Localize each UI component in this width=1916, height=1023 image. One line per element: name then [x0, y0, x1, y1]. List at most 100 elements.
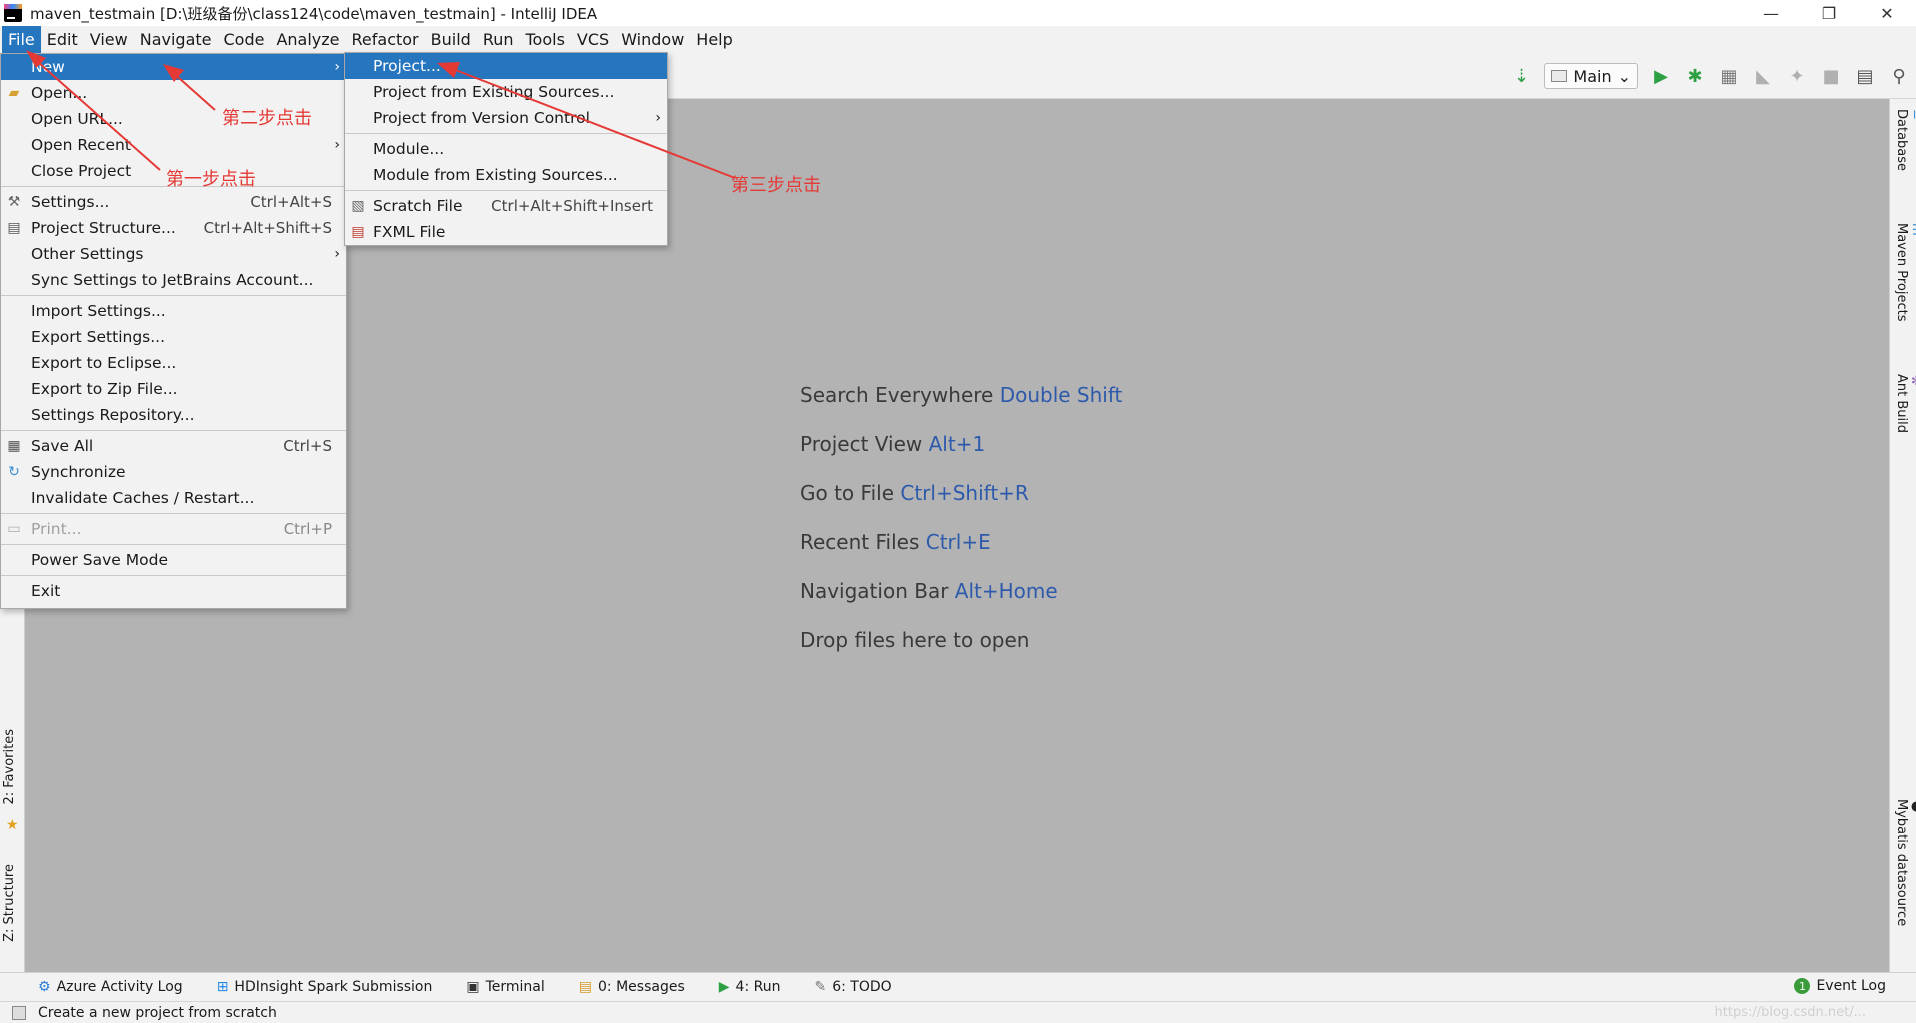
file-menu-settings-repository[interactable]: Settings Repository... — [1, 402, 346, 428]
file-menu-save-all[interactable]: ▦ Save All Ctrl+S — [1, 433, 346, 459]
menu-help[interactable]: Help — [690, 26, 738, 53]
file-menu-invalidate-caches[interactable]: Invalidate Caches / Restart... — [1, 485, 346, 511]
stop-icon[interactable]: ■ — [1814, 61, 1848, 91]
new-menu-fxml-file[interactable]: ▤ FXML File — [345, 219, 667, 245]
tab-run[interactable]: ▶ 4: Run — [719, 979, 781, 995]
menu-file[interactable]: File — [2, 26, 41, 53]
run-icon: ▶ — [718, 979, 730, 995]
file-menu-power-save[interactable]: Power Save Mode — [1, 547, 346, 573]
hint-project-view: Project View Alt+1 — [800, 432, 986, 456]
coverage-icon[interactable]: ▦ — [1712, 61, 1746, 91]
file-menu-exit[interactable]: Exit — [1, 578, 346, 604]
run-config-selector[interactable]: Main ⌄ — [1544, 63, 1638, 89]
file-menu-popup: New › ▰ Open... Open URL... Open Recent › C… — [0, 53, 347, 609]
debug-icon[interactable]: ✱ — [1678, 61, 1712, 91]
menu-edit[interactable]: Edit — [41, 26, 84, 53]
intellij-logo-icon — [4, 4, 22, 22]
tab-todo[interactable]: ✎ 6: TODO — [814, 979, 891, 995]
event-count-badge: 1 — [1794, 978, 1811, 994]
menu-tools[interactable]: Tools — [520, 26, 571, 53]
chevron-right-icon: › — [655, 110, 661, 126]
messages-icon: ▤ — [578, 979, 593, 995]
menu-navigate[interactable]: Navigate — [134, 26, 218, 53]
menu-vcs[interactable]: VCS — [571, 26, 615, 53]
new-menu-project-vcs[interactable]: Project from Version Control › — [345, 105, 667, 131]
attach-icon[interactable]: ✦ — [1780, 61, 1814, 91]
project-structure-icon: ▤ — [7, 220, 21, 236]
watermark: https://blog.csdn.net/... — [1714, 1005, 1866, 1020]
save-icon: ▦ — [7, 438, 21, 454]
file-menu-print: ▭ Print... Ctrl+P — [7, 520, 332, 538]
file-menu-sync-settings[interactable]: Sync Settings to JetBrains Account... — [1, 267, 346, 293]
file-menu-other-settings[interactable]: Other Settings › — [1, 241, 346, 267]
chevron-right-icon: › — [334, 137, 340, 153]
printer-icon: ▭ — [7, 521, 21, 537]
new-menu-module[interactable]: Module... — [345, 136, 667, 162]
run-config-label: Main — [1573, 66, 1612, 86]
file-menu-settings[interactable]: ⚒ Settings... Ctrl+Alt+S — [1, 189, 346, 215]
tab-favorites[interactable]: 2: Favorites — [2, 729, 17, 805]
file-menu-open-recent[interactable]: Open Recent › — [1, 132, 346, 158]
status-bar: Create a new project from scratch https:… — [0, 1001, 1916, 1023]
tab-terminal[interactable]: ▣ Terminal — [466, 979, 544, 995]
minimize-button[interactable]: — — [1742, 0, 1800, 26]
new-menu-project-existing[interactable]: Project from Existing Sources... — [345, 79, 667, 105]
mybatis-icon: ● — [1909, 799, 1916, 814]
tab-messages[interactable]: ▤ 0: Messages — [579, 979, 685, 995]
new-menu-project[interactable]: Project... — [345, 53, 667, 79]
file-menu-export-zip[interactable]: Export to Zip File... — [1, 376, 346, 402]
refresh-icon: ↻ — [8, 464, 20, 480]
status-text: Create a new project from scratch — [38, 1004, 277, 1021]
tab-maven-projects[interactable]: m Maven Projects — [1894, 223, 1916, 322]
menu-run[interactable]: Run — [477, 26, 520, 53]
title-bar: maven_testmain [D:\班级备份\class124\code\ma… — [0, 0, 1916, 26]
config-icon — [1551, 70, 1568, 82]
new-menu-scratch-file[interactable]: ▧ Scratch File Ctrl+Alt+Shift+Insert — [345, 193, 667, 219]
project-structure-icon[interactable]: ▤ — [1848, 61, 1882, 91]
wrench-icon: ⚒ — [7, 194, 21, 210]
tab-structure[interactable]: Z: Structure — [2, 864, 17, 942]
file-menu-project-structure[interactable]: ▤ Project Structure... Ctrl+Alt+Shift+S — [1, 215, 346, 241]
window-controls: — ❐ ✕ — [1742, 0, 1916, 26]
close-button[interactable]: ✕ — [1858, 0, 1916, 26]
tab-azure-activity-log[interactable]: ⚙ Azure Activity Log — [38, 979, 183, 995]
menu-separator — [345, 190, 667, 191]
menu-build[interactable]: Build — [425, 26, 477, 53]
new-menu-module-existing[interactable]: Module from Existing Sources... — [345, 162, 667, 188]
right-tool-stripe: ≡ Database m Maven Projects ✻ Ant Build ● My… — [1889, 99, 1916, 972]
tab-database[interactable]: ≡ Database — [1894, 109, 1916, 171]
run-icon[interactable]: ▶ — [1644, 61, 1678, 91]
file-menu-synchronize[interactable]: ↻ Synchronize — [1, 459, 346, 485]
annotation-step3: 第三步点击 — [731, 175, 821, 196]
search-icon[interactable]: ⚲ — [1882, 61, 1916, 91]
tab-ant-build[interactable]: ✻ Ant Build — [1894, 374, 1916, 433]
star-icon: ★ — [6, 817, 19, 833]
profile-icon[interactable]: ◣ — [1746, 61, 1780, 91]
hint-recent-files: Recent Files Ctrl+E — [800, 530, 991, 554]
menu-separator — [1, 544, 346, 545]
tab-hdinsight-spark[interactable]: ⊞ HDInsight Spark Submission — [217, 979, 433, 995]
menu-code[interactable]: Code — [218, 26, 271, 53]
folder-icon: ▰ — [8, 85, 20, 101]
file-menu-export-settings[interactable]: Export Settings... — [1, 324, 346, 350]
chevron-right-icon: › — [334, 246, 340, 262]
file-menu-new[interactable]: New › — [1, 54, 346, 80]
menu-window[interactable]: Window — [615, 26, 690, 53]
windows-icon: ⊞ — [216, 979, 229, 995]
file-menu-import-settings[interactable]: Import Settings... — [1, 298, 346, 324]
menu-view[interactable]: View — [84, 26, 134, 53]
status-toggle-icon[interactable] — [12, 1005, 26, 1020]
menu-refactor[interactable]: Refactor — [346, 26, 425, 53]
restore-button[interactable]: ❐ — [1800, 0, 1858, 26]
file-menu-export-eclipse[interactable]: Export to Eclipse... — [1, 350, 346, 376]
build-icon[interactable]: ⇣ — [1504, 61, 1538, 91]
menu-analyze[interactable]: Analyze — [270, 26, 345, 53]
tab-mybatis-datasource[interactable]: ● Mybatis datasource — [1894, 799, 1916, 926]
scratch-file-icon: ▧ — [351, 198, 365, 214]
event-log-button[interactable]: 1 Event Log — [1794, 978, 1886, 994]
window-title: maven_testmain [D:\班级备份\class124\code\ma… — [30, 4, 598, 23]
maven-icon: m — [1909, 223, 1916, 236]
file-menu-open[interactable]: ▰ Open... — [1, 80, 346, 106]
menu-separator — [1, 513, 346, 514]
todo-icon: ✎ — [814, 979, 827, 995]
